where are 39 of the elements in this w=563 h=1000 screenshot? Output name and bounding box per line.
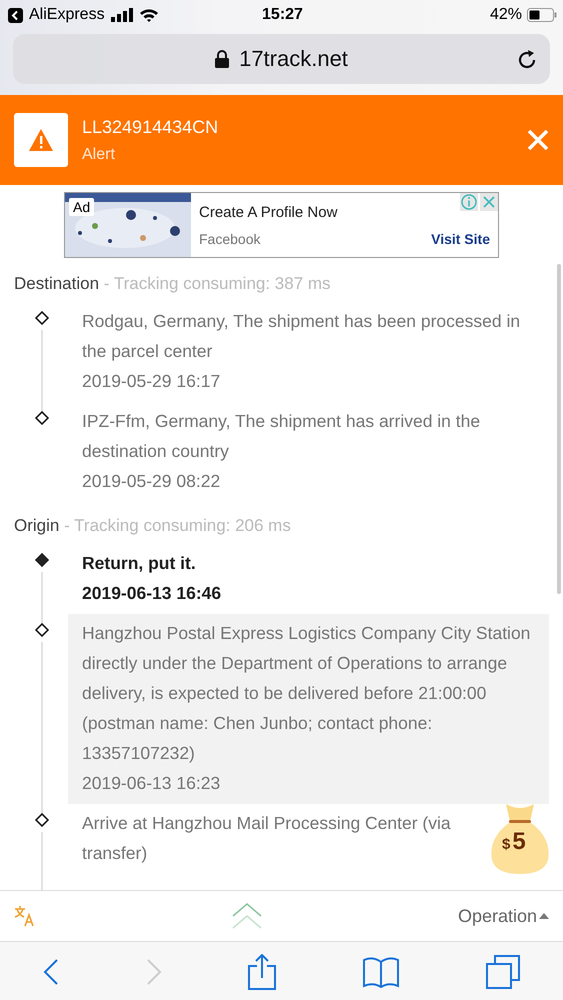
- address-bar[interactable]: 17track.net: [13, 34, 550, 84]
- section-heading: Destination - Tracking consuming: 387 ms: [13, 273, 332, 295]
- event-description: Arrive at Hangzhou Mail Processing Center (via transfer): [82, 812, 452, 865]
- section-heading: Origin - Tracking consuming: 206 ms: [13, 515, 292, 537]
- event-description: IPZ-Ffm, Germany, The shipment has arrived in the destination country: [82, 410, 482, 463]
- event-description: Hangzhou Postal Express Logistics Company City Station directly under the Department of Operations to arrange delivery, is expected to be delivered before 21:00:00 (postman name: Chen Junbo; contact phone: 13357107232): [82, 622, 532, 765]
- signal-icon: [110, 8, 133, 22]
- battery-percent: 42%: [490, 6, 522, 24]
- clock: 15:27: [261, 6, 304, 24]
- back-button[interactable]: [43, 958, 60, 986]
- bookmarks-button[interactable]: [363, 956, 400, 988]
- event-time: 2019-05-29 08:22: [82, 470, 222, 493]
- ad-title: Create A Profile Now: [199, 204, 338, 220]
- lock-icon: [215, 50, 230, 68]
- wifi-icon: [138, 8, 159, 22]
- operation-menu[interactable]: Operation: [458, 906, 549, 926]
- domain-text: 17track.net: [239, 46, 348, 72]
- reload-icon[interactable]: [516, 49, 538, 71]
- event-description: Rodgau, Germany, The shipment has been processed in the parcel center: [82, 310, 522, 363]
- ad-badge: Ad: [69, 198, 94, 216]
- tracking-status: Alert: [82, 146, 116, 164]
- event-time: 2019-06-13 16:46: [82, 582, 222, 605]
- ad-banner[interactable]: Ad Create A Profile Now Facebook Visit Site: [64, 192, 499, 258]
- event-description: Return, put it.: [82, 552, 197, 575]
- bonus-bag[interactable]: $5: [484, 800, 556, 876]
- tracking-number: LL324914434CN: [82, 116, 220, 138]
- event-time: 2019-06-13 16:23: [82, 772, 222, 795]
- tabs-button[interactable]: [486, 955, 520, 989]
- bonus-amount: $5: [502, 828, 526, 856]
- close-icon[interactable]: [527, 129, 549, 151]
- back-icon[interactable]: [8, 8, 23, 22]
- caret-icon: [539, 913, 549, 919]
- warning-icon: [28, 128, 54, 152]
- visit-site-link[interactable]: Visit Site: [431, 230, 490, 246]
- event-time: 2019-05-29 16:17: [82, 370, 222, 393]
- battery-icon: [527, 8, 557, 22]
- share-button[interactable]: [248, 954, 276, 990]
- back-app-label[interactable]: AliExpress: [29, 6, 105, 24]
- ad-source: Facebook: [199, 230, 260, 246]
